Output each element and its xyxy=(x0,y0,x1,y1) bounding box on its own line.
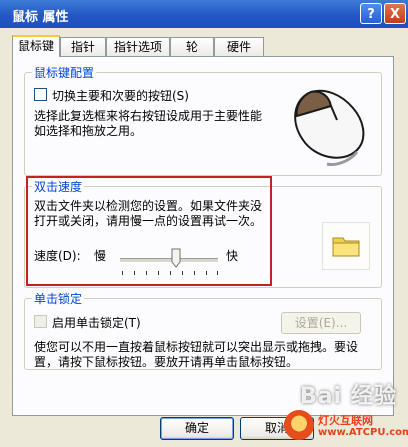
title-bar: 鼠标 属性 ? X xyxy=(0,0,408,28)
switch-buttons-label: 切换主要和次要的按钮(S) xyxy=(52,89,189,103)
site-logo-icon xyxy=(284,410,314,440)
tab-pointer-options[interactable]: 指针选项 xyxy=(106,37,170,56)
switch-buttons-checkbox[interactable] xyxy=(34,88,47,101)
click-lock-checkbox[interactable] xyxy=(34,315,47,328)
site-name: 灯火互联网 xyxy=(318,414,373,427)
highlight-box xyxy=(26,176,272,286)
folder-icon[interactable] xyxy=(323,223,369,269)
help-button[interactable]: ? xyxy=(360,3,382,24)
tab-buttons[interactable]: 鼠标键 xyxy=(12,35,60,57)
click-lock-enable-label: 启用单击锁定(T) xyxy=(52,316,141,330)
click-lock-settings-button[interactable]: 设置(E)... xyxy=(281,312,361,334)
click-lock-label: 单击锁定 xyxy=(32,290,85,307)
window-title: 鼠标 属性 xyxy=(12,10,69,25)
watermark-text: Bai 经验 xyxy=(300,384,397,409)
close-button[interactable]: X xyxy=(384,3,406,24)
tab-wheel[interactable]: 轮 xyxy=(170,37,214,56)
mouse-icon xyxy=(294,89,365,166)
click-lock-description-line-2: 置，请按下鼠标按钮。要放开请再单击鼠标按钮。 xyxy=(34,355,299,369)
tab-hardware[interactable]: 硬件 xyxy=(214,37,264,56)
test-folder-area[interactable] xyxy=(322,222,370,270)
site-url: www.ATCPU.com xyxy=(318,427,408,438)
button-config-description-line-2: 如选择和拖放之用。 xyxy=(34,124,143,138)
button-config-label: 鼠标键配置 xyxy=(32,64,97,81)
ok-button[interactable]: 确定 xyxy=(160,417,234,440)
tab-pointers[interactable]: 指针 xyxy=(60,37,106,56)
